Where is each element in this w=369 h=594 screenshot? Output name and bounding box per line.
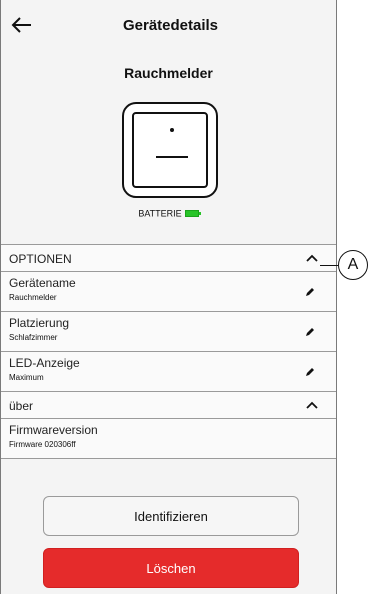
- setting-value: Maximum: [9, 373, 44, 382]
- battery-status: BATTERIE: [1, 208, 336, 219]
- setting-title: LED-Anzeige: [9, 356, 80, 370]
- placement-setting[interactable]: Platzierung Schlafzimmer: [1, 311, 336, 351]
- chevron-up-icon[interactable]: [306, 401, 318, 409]
- about-section-label: über: [9, 399, 34, 413]
- firmware-version-row: Firmwareversion Firmware 020306ff: [1, 418, 336, 458]
- device-name: Rauchmelder: [124, 65, 213, 81]
- device-inner-frame: [132, 112, 208, 188]
- page-title: Gerätedetails: [122, 17, 219, 34]
- pencil-icon[interactable]: [304, 286, 316, 298]
- led-indicator-setting[interactable]: LED-Anzeige Maximum: [1, 351, 336, 391]
- about-section-header[interactable]: über: [1, 391, 336, 418]
- device-name-setting[interactable]: Gerätename Rauchmelder: [1, 271, 336, 311]
- device-indicator-line: [156, 156, 188, 158]
- chevron-up-icon[interactable]: [306, 254, 318, 262]
- callout-marker: A: [338, 250, 368, 280]
- options-section-header[interactable]: OPTIONEN: [1, 244, 336, 271]
- setting-title: Firmwareversion: [9, 423, 98, 437]
- pencil-icon[interactable]: [304, 326, 316, 338]
- delete-button[interactable]: Löschen: [43, 548, 299, 588]
- smoke-detector-icon: [122, 102, 218, 198]
- setting-value: Schlafzimmer: [9, 333, 58, 342]
- callout-leader-line: [320, 265, 338, 266]
- device-indicator-dot: [170, 128, 174, 132]
- header-bar: Gerätedetails: [1, 0, 336, 50]
- battery-full-icon: [184, 210, 201, 218]
- identify-button[interactable]: Identifizieren: [43, 496, 299, 536]
- settings-list: OPTIONEN Gerätename Rauchmelder Platzier…: [1, 244, 336, 459]
- battery-label: BATTERIE: [138, 208, 182, 219]
- pencil-icon[interactable]: [304, 366, 316, 378]
- list-divider: [1, 458, 336, 459]
- options-section-label: OPTIONEN: [9, 252, 72, 266]
- setting-title: Platzierung: [9, 316, 70, 330]
- setting-title: Gerätename: [9, 276, 76, 290]
- device-details-screen: Gerätedetails Rauchmelder BATTERIE OPTIO…: [0, 0, 337, 594]
- setting-value: Firmware 020306ff: [9, 440, 76, 449]
- setting-value: Rauchmelder: [9, 293, 57, 302]
